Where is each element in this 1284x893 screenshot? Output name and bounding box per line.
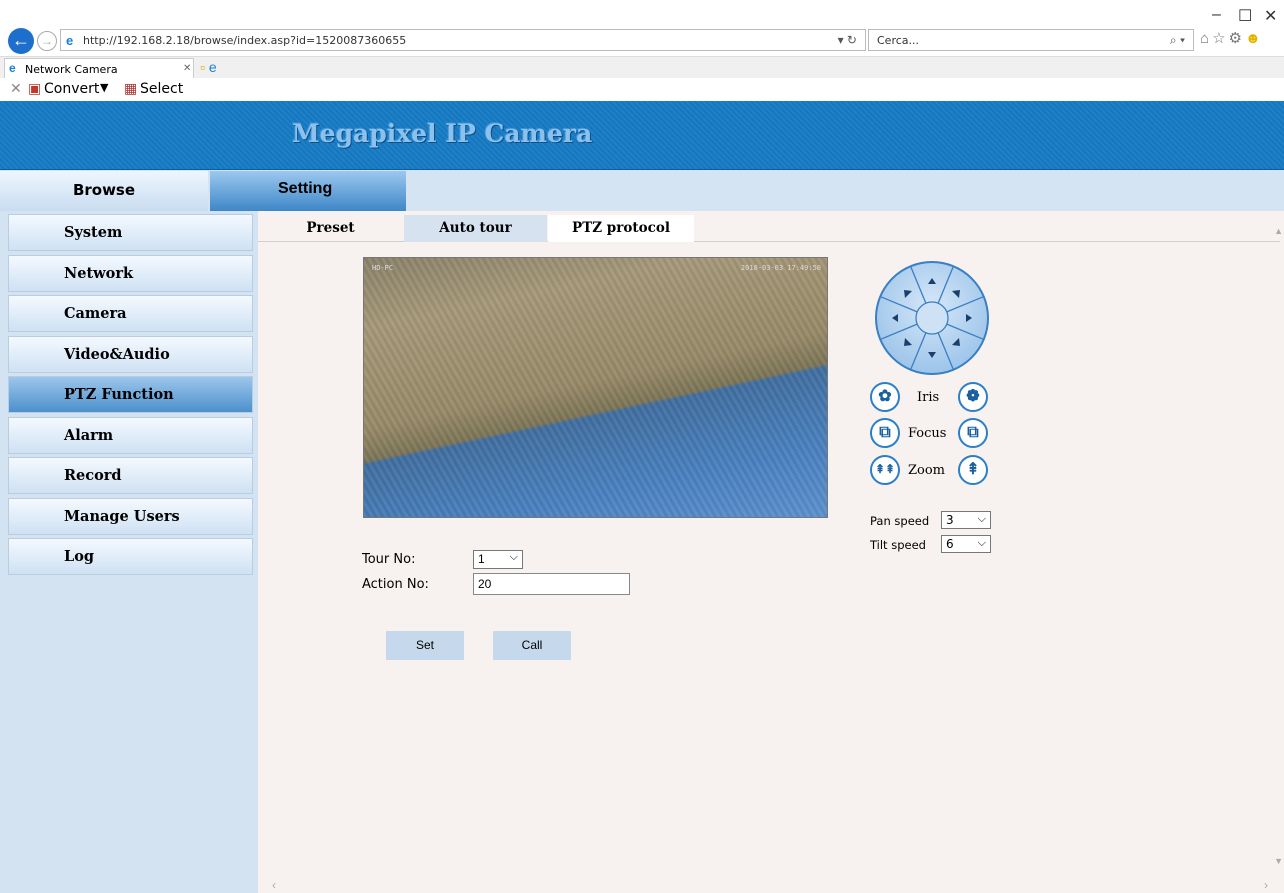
- focus-near-button[interactable]: ⧉: [870, 418, 900, 448]
- search-input[interactable]: Cerca...: [877, 34, 919, 47]
- forward-button[interactable]: →: [37, 31, 57, 51]
- main-panel: Preset Auto tour PTZ protocol HD-PC 2018…: [258, 211, 1284, 893]
- smiley-icon[interactable]: ☻: [1245, 30, 1264, 47]
- call-button[interactable]: Call: [493, 631, 571, 660]
- pan-speed-label: Pan speed: [870, 514, 930, 528]
- tab-auto-tour[interactable]: Auto tour: [404, 215, 547, 242]
- focus-icon: ⧉: [879, 424, 891, 441]
- iris-open-button[interactable]: ✿: [870, 382, 900, 412]
- action-no-input[interactable]: 20: [473, 573, 630, 595]
- pan-speed-select[interactable]: 3 ⌵: [941, 511, 991, 529]
- sidebar: System Network Camera Video&Audio PTZ Functi…: [0, 211, 258, 893]
- scroll-right-icon[interactable]: ›: [1264, 878, 1268, 892]
- address-bar[interactable]: e http://192.168.2.18/browse/index.asp?i…: [60, 29, 866, 51]
- chevron-down-icon: ⌵: [977, 536, 986, 549]
- search-icon[interactable]: ⌕ ▾: [1170, 33, 1185, 48]
- browser-tab[interactable]: e Network Camera ✕: [4, 58, 194, 78]
- maximize-button[interactable]: ☐: [1238, 6, 1252, 26]
- focus-controls: ⧉ Focus ⧉: [870, 418, 1000, 448]
- scroll-left-icon[interactable]: ‹: [272, 878, 276, 892]
- pan-speed-value: 3: [946, 513, 954, 527]
- video-frame: [364, 258, 827, 517]
- favorites-star-icon[interactable]: ☆: [1212, 30, 1228, 47]
- arrow-right-icon: →: [41, 34, 53, 48]
- action-no-label: Action No:: [362, 577, 429, 592]
- sidebar-item-record[interactable]: Record: [8, 457, 253, 494]
- browser-chrome: – ☐ ✕ ← → e http://192.168.2.18/browse/i…: [0, 0, 1284, 101]
- focus-icon: ⧉: [967, 424, 979, 441]
- convert-menu[interactable]: Convert: [44, 81, 99, 97]
- refresh-icon[interactable]: ▾ ↻: [838, 33, 857, 47]
- address-url: http://192.168.2.18/browse/index.asp?id=…: [83, 34, 407, 47]
- ie-page-icon: e: [66, 33, 74, 48]
- ptz-center-button[interactable]: [915, 301, 949, 335]
- tab-bar: e Network Camera ✕ ▫ e: [0, 56, 1284, 78]
- zoom-out-icon: ⇞⇞: [874, 462, 896, 476]
- aperture-icon: ❁: [966, 388, 980, 405]
- back-button[interactable]: ←: [8, 28, 34, 54]
- convert-icon: ▣: [28, 81, 42, 97]
- iris-close-button[interactable]: ❁: [958, 382, 988, 412]
- ptz-direction-pad: [875, 261, 989, 375]
- nav-setting[interactable]: Setting: [210, 171, 406, 211]
- sidebar-item-system[interactable]: System: [8, 214, 253, 251]
- zoom-in-icon: ⇞: [966, 461, 980, 478]
- scroll-down-icon[interactable]: ▼: [1274, 856, 1283, 866]
- zoom-in-button[interactable]: ⇞: [958, 455, 988, 485]
- sidebar-item-ptz-function[interactable]: PTZ Function: [8, 376, 253, 413]
- tour-no-select[interactable]: 1 ⌵: [473, 550, 523, 569]
- home-icon[interactable]: ⌂: [1200, 30, 1212, 47]
- tilt-speed-label: Tilt speed: [870, 538, 926, 552]
- new-tab-icon[interactable]: ▫ e: [200, 59, 217, 75]
- tab-title: Network Camera: [25, 63, 118, 76]
- iris-label: Iris: [917, 390, 940, 405]
- set-button[interactable]: Set: [386, 631, 464, 660]
- tilt-speed-select[interactable]: 6 ⌵: [941, 535, 991, 553]
- video-osd-label: HD-PC: [372, 264, 394, 272]
- chevron-down-icon: ⌵: [977, 512, 986, 525]
- chevron-down-icon: ⌵: [509, 551, 518, 563]
- tab-preset[interactable]: Preset: [258, 215, 403, 242]
- iris-controls: ✿ Iris ❁: [870, 382, 1000, 412]
- favorites-bar: ✕ ▣ Convert ▼ ▦ Select: [0, 78, 1284, 101]
- minimize-button[interactable]: –: [1212, 6, 1221, 24]
- header-banner: Megapixel IP Camera: [0, 101, 1284, 170]
- select-menu[interactable]: Select: [140, 81, 183, 97]
- subtab-bar: Preset Auto tour PTZ protocol: [258, 215, 1280, 242]
- zoom-controls: ⇞⇞ Zoom ⇞: [870, 455, 1000, 485]
- select-icon: ▦: [124, 81, 138, 97]
- focus-far-button[interactable]: ⧉: [958, 418, 988, 448]
- close-favbar-icon[interactable]: ✕: [10, 81, 22, 97]
- aperture-icon: ✿: [878, 388, 892, 405]
- arrow-left-icon: ←: [12, 30, 30, 50]
- scroll-up-icon[interactable]: ▲: [1274, 226, 1283, 236]
- gear-icon[interactable]: ⚙: [1229, 30, 1245, 47]
- nav-browse[interactable]: Browse: [0, 171, 208, 211]
- search-box[interactable]: Cerca... ⌕ ▾: [868, 29, 1194, 51]
- toolbar-icons: ⌂☆⚙☻: [1200, 29, 1264, 47]
- sidebar-item-log[interactable]: Log: [8, 538, 253, 575]
- video-preview[interactable]: HD-PC 2018-03-03 17:49:50: [363, 257, 828, 518]
- video-osd-timestamp: 2018-03-03 17:49:50: [740, 264, 821, 272]
- tour-no-label: Tour No:: [362, 552, 416, 567]
- chevron-down-icon[interactable]: ▼: [100, 81, 108, 94]
- page-title: Megapixel IP Camera: [292, 119, 593, 148]
- zoom-label: Zoom: [908, 463, 946, 478]
- close-window-button[interactable]: ✕: [1264, 6, 1277, 26]
- sidebar-item-manage-users[interactable]: Manage Users: [8, 497, 253, 535]
- ie-tab-icon: e: [9, 61, 16, 75]
- tab-ptz-protocol[interactable]: PTZ protocol: [548, 215, 694, 242]
- tilt-speed-value: 6: [946, 537, 954, 551]
- sidebar-item-alarm[interactable]: Alarm: [8, 416, 253, 454]
- sidebar-item-camera[interactable]: Camera: [8, 295, 253, 332]
- sidebar-item-video-audio[interactable]: Video&Audio: [8, 335, 253, 373]
- tour-no-value: 1: [478, 552, 485, 566]
- top-navigation: Browse Setting: [0, 170, 1284, 211]
- sidebar-item-network[interactable]: Network: [8, 254, 253, 292]
- zoom-out-button[interactable]: ⇞⇞: [870, 455, 900, 485]
- tab-close-icon[interactable]: ✕: [183, 63, 191, 74]
- focus-label: Focus: [908, 426, 947, 441]
